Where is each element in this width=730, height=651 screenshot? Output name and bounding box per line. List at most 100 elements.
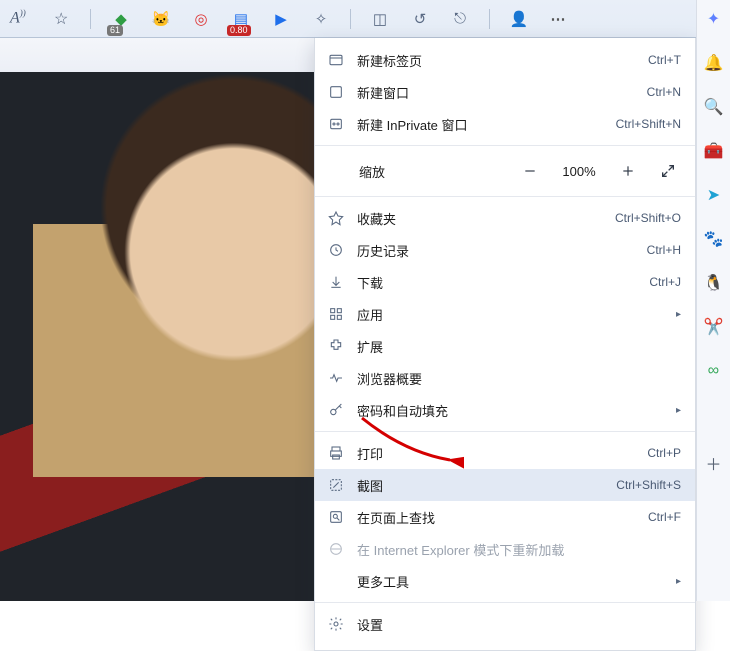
history-icon (327, 241, 345, 259)
zoom-in-button[interactable] (615, 158, 641, 184)
menu-label: 历史记录 (357, 241, 635, 260)
heartbeat-icon (327, 369, 345, 387)
favorite-star-icon[interactable]: ☆ (54, 9, 68, 29)
more-menu-icon[interactable]: ⋯ (548, 8, 570, 30)
menu-label: 新建窗口 (357, 83, 635, 102)
menu-label: 扩展 (357, 337, 681, 356)
menu-label: 新建标签页 (357, 51, 636, 70)
key-icon (327, 401, 345, 419)
gear-icon (327, 615, 345, 633)
menu-label: 更多工具 (357, 572, 664, 591)
menu-shortcut: Ctrl+T (648, 53, 681, 67)
menu-separator (315, 602, 695, 603)
notes-ext-icon[interactable]: ▤0.80 (230, 8, 252, 30)
menu-find[interactable]: 在页面上查找 Ctrl+F (315, 501, 695, 533)
menu-shortcut: Ctrl+Shift+S (616, 478, 681, 492)
menu-screenshot[interactable]: 截图 Ctrl+Shift+S (315, 469, 695, 501)
menu-new-tab[interactable]: 新建标签页 Ctrl+T (315, 44, 695, 76)
find-icon (327, 508, 345, 526)
menu-shortcut: Ctrl+F (648, 510, 681, 524)
menu-label: 收藏夹 (357, 209, 603, 228)
inprivate-icon (327, 115, 345, 133)
toolbar-sep-2 (489, 9, 490, 29)
split-screen-icon[interactable]: ◫ (369, 8, 391, 30)
menu-extensions[interactable]: 扩展 (315, 330, 695, 362)
menu-settings[interactable]: 设置 (315, 608, 695, 640)
target-ext-icon[interactable]: ◎ (190, 8, 212, 30)
blank-icon (327, 572, 345, 590)
extensions-icon[interactable]: ✧ (310, 8, 332, 30)
menu-ie-mode[interactable]: 在 Internet Explorer 模式下重新加载 (315, 533, 695, 565)
menu-shortcut: Ctrl+Shift+N (616, 117, 681, 131)
cat-ext-icon[interactable]: 🐱 (150, 8, 172, 30)
telegram-icon[interactable]: ➤ (703, 184, 725, 206)
print-icon (327, 444, 345, 462)
menu-shortcut: Ctrl+H (647, 243, 681, 257)
extensions-icon (327, 337, 345, 355)
browser-toolbar: A)) ☆ ◆61 🐱 ◎ ▤0.80 ▶ ✧ ◫ ↺ ⎋ 👤 ⋯ (0, 0, 730, 38)
search-side-icon[interactable]: 🔍 (703, 96, 725, 118)
apps-icon (327, 305, 345, 323)
share-link-icon[interactable]: ∞ (703, 360, 725, 382)
bell-icon[interactable]: 🔔 (703, 52, 725, 74)
menu-label: 应用 (357, 305, 664, 324)
menu-downloads[interactable]: 下载 Ctrl+J (315, 266, 695, 298)
copilot-icon[interactable]: ✦ (703, 8, 725, 30)
menu-print[interactable]: 打印 Ctrl+P (315, 437, 695, 469)
menu-label: 设置 (357, 615, 681, 634)
new-tab-icon (327, 51, 345, 69)
history-icon[interactable]: ↺ (409, 8, 431, 30)
menu-shortcut: Ctrl+J (649, 275, 681, 289)
download-icon (327, 273, 345, 291)
share-icon[interactable]: ⎋ (449, 8, 471, 30)
toolbar-sep (350, 9, 351, 29)
menu-passwords[interactable]: 密码和自动填充 ▸ (315, 394, 695, 426)
zoom-out-button[interactable] (517, 158, 543, 184)
menu-zoom: 缩放 100% (315, 151, 695, 191)
shield-ext-icon[interactable]: ◆61 (110, 8, 132, 30)
profile-icon[interactable]: 👤 (508, 8, 530, 30)
play-ext-icon[interactable]: ▶ (270, 8, 292, 30)
toolbar-divider (90, 9, 91, 29)
menu-new-window[interactable]: 新建窗口 Ctrl+N (315, 76, 695, 108)
menu-label: 密码和自动填充 (357, 401, 664, 420)
zoom-value: 100% (557, 164, 601, 179)
baidu-icon[interactable]: 🐾 (703, 228, 725, 250)
menu-favorites[interactable]: 收藏夹 Ctrl+Shift+O (315, 202, 695, 234)
qq-icon[interactable]: 🐧 (703, 272, 725, 294)
menu-separator (315, 196, 695, 197)
fullscreen-button[interactable] (655, 158, 681, 184)
favorites-icon (327, 209, 345, 227)
shield-badge: 61 (107, 25, 123, 36)
menu-inprivate[interactable]: 新建 InPrivate 窗口 Ctrl+Shift+N (315, 108, 695, 140)
menu-apps[interactable]: 应用 ▸ (315, 298, 695, 330)
menu-label: 截图 (357, 476, 604, 495)
notes-badge: 0.80 (227, 25, 251, 36)
menu-shortcut: Ctrl+Shift+O (615, 211, 681, 225)
menu-label: 下载 (357, 273, 637, 292)
read-aloud-icon[interactable]: A)) (10, 8, 26, 27)
tools-icon[interactable]: ✂️ (703, 316, 725, 338)
menu-history[interactable]: 历史记录 Ctrl+H (315, 234, 695, 266)
menu-label: 在 Internet Explorer 模式下重新加载 (357, 540, 681, 559)
menu-more-tools[interactable]: 更多工具 ▸ (315, 565, 695, 597)
submenu-arrow-icon: ▸ (676, 576, 681, 587)
menu-label: 在页面上查找 (357, 508, 636, 527)
ie-icon (327, 540, 345, 558)
menu-shortcut: Ctrl+P (647, 446, 681, 460)
submenu-arrow-icon: ▸ (676, 309, 681, 320)
menu-separator (315, 431, 695, 432)
menu-label: 新建 InPrivate 窗口 (357, 115, 604, 134)
shopping-icon[interactable]: 🧰 (703, 140, 725, 162)
edge-sidebar: ✦ 🔔 🔍 🧰 ➤ 🐾 🐧 ✂️ ∞ ＋ (696, 0, 730, 601)
screenshot-icon (327, 476, 345, 494)
submenu-arrow-icon: ▸ (676, 405, 681, 416)
menu-separator (315, 145, 695, 146)
sidebar-add-icon[interactable]: ＋ (703, 452, 725, 474)
settings-menu: 新建标签页 Ctrl+T 新建窗口 Ctrl+N 新建 InPrivate 窗口… (314, 38, 696, 651)
menu-label: 打印 (357, 444, 635, 463)
zoom-label: 缩放 (359, 162, 385, 181)
menu-label: 浏览器概要 (357, 369, 681, 388)
menu-browser-essentials[interactable]: 浏览器概要 (315, 362, 695, 394)
menu-shortcut: Ctrl+N (647, 85, 681, 99)
